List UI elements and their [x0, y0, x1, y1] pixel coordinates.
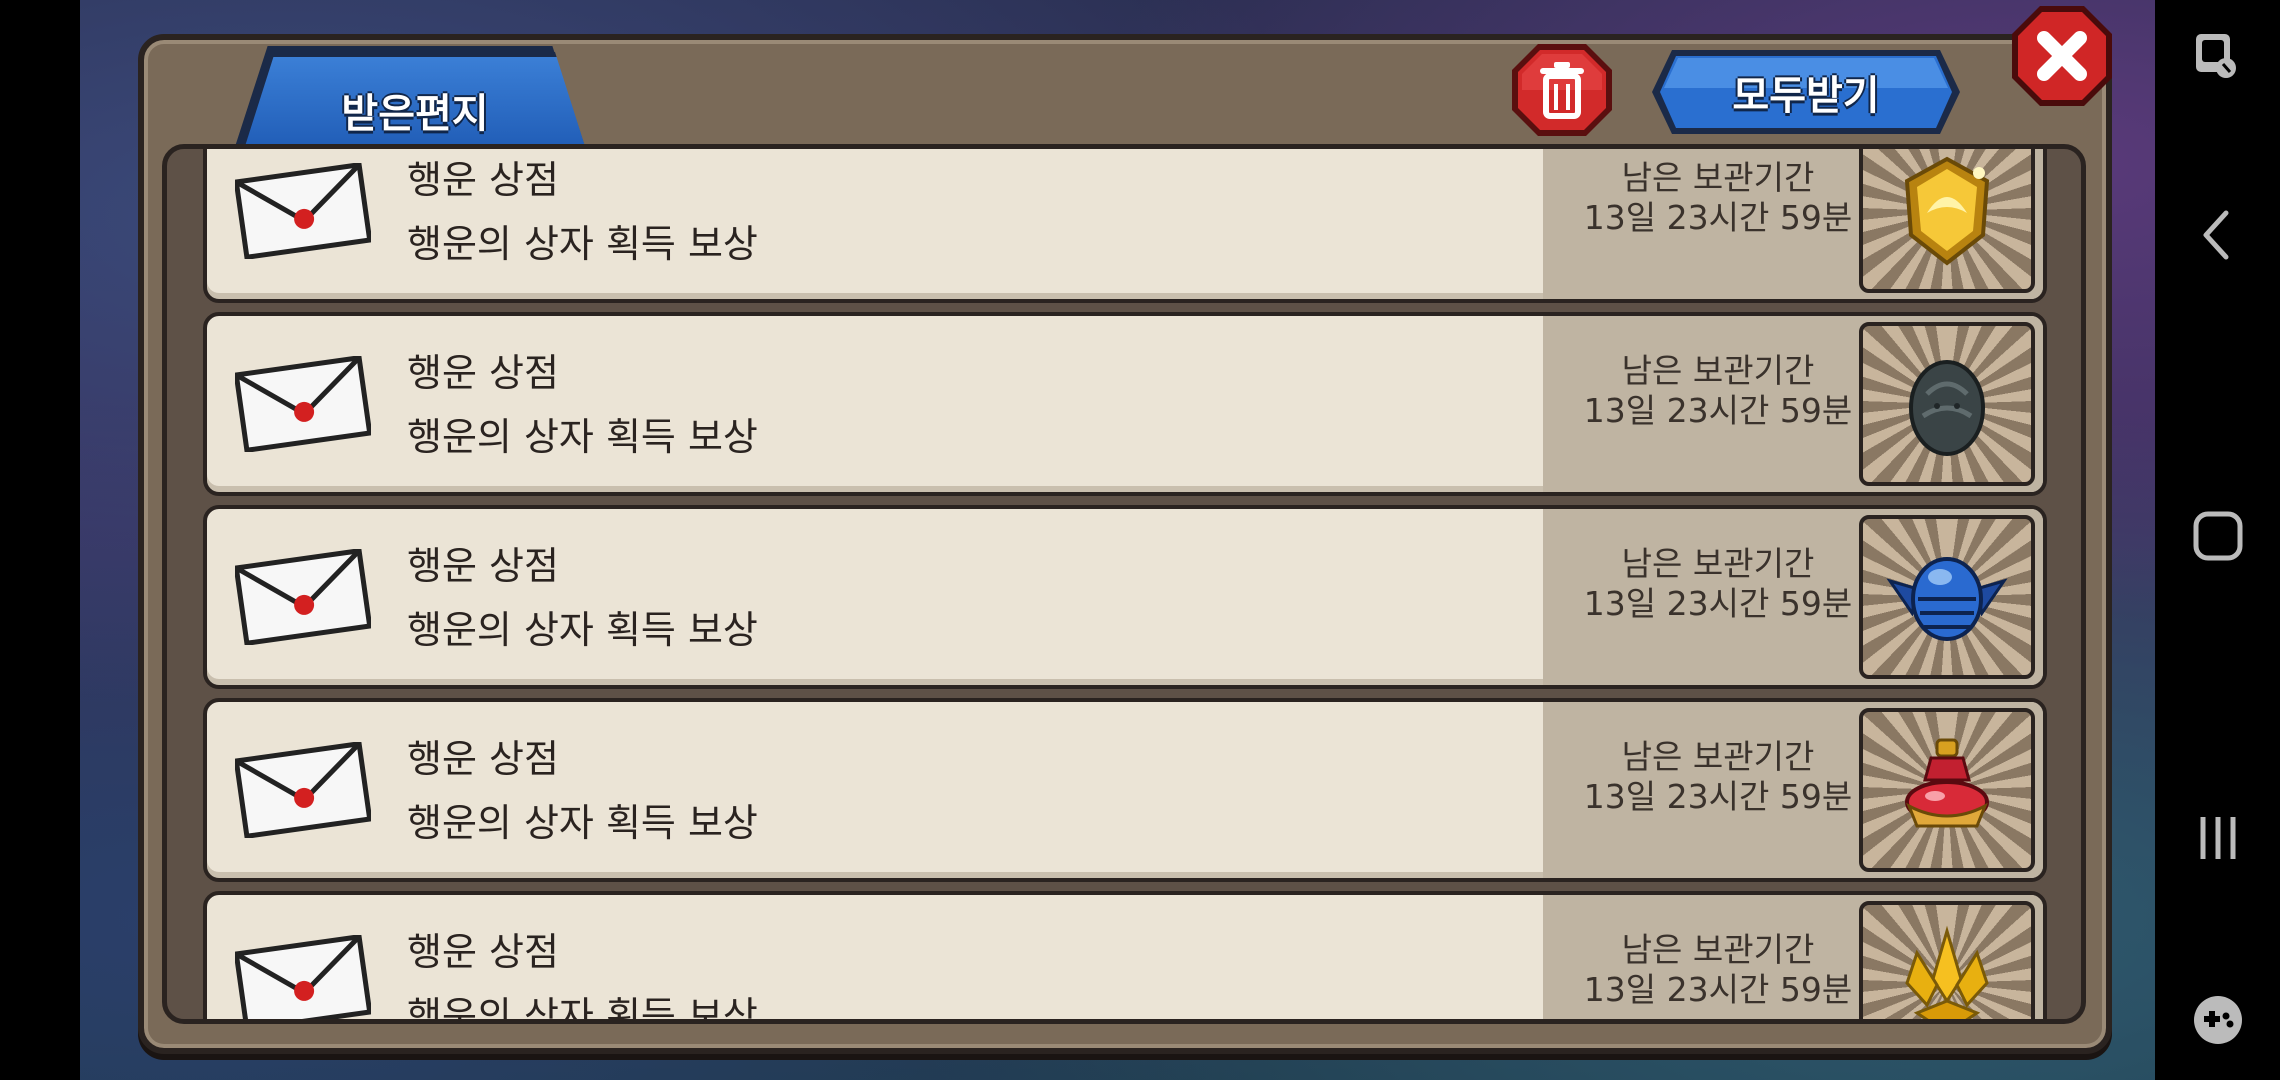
receive-all-label: 모두받기	[1732, 73, 1880, 119]
reward-item[interactable]	[1859, 708, 2035, 872]
envelope-icon	[235, 163, 371, 259]
reward-item[interactable]	[1859, 901, 2035, 1019]
recents-button[interactable]	[2188, 808, 2248, 868]
mail-subject: 행운의 상자 획득 보상	[407, 415, 758, 459]
system-nav-bar	[2155, 0, 2280, 1080]
mail-subject: 행운의 상자 획득 보상	[407, 801, 758, 845]
reward-item[interactable]	[1859, 149, 2035, 293]
mail-sender: 행운 상점	[407, 930, 559, 974]
remaining-period-value: 13일 23시간 59분	[1583, 198, 1853, 237]
envelope-icon	[235, 742, 371, 838]
mail-row[interactable]: 행운 상점 행운의 상자 획득 보상 남은 보관기간 13일 23시간 59분	[203, 312, 2047, 496]
delete-button[interactable]	[1508, 40, 1616, 140]
mail-list[interactable]: 행운 상점 행운의 상자 획득 보상 남은 보관기간 13일 23시간 59분	[162, 144, 2086, 1024]
recents-icon	[2200, 817, 2235, 859]
home-icon	[2193, 511, 2242, 561]
mail-sender: 행운 상점	[407, 544, 559, 588]
game-tools-button[interactable]	[2188, 990, 2248, 1050]
reward-item[interactable]	[1859, 322, 2035, 486]
home-button[interactable]	[2188, 506, 2248, 566]
mail-sender: 행운 상점	[407, 737, 559, 781]
dark-egg-icon	[1909, 360, 1985, 456]
gold-crystal-icon	[1905, 925, 1989, 1019]
assistive-touch-button[interactable]	[2188, 26, 2248, 86]
close-icon	[2012, 6, 2112, 106]
close-button[interactable]	[2010, 4, 2114, 108]
game-tools-icon	[2193, 996, 2242, 1044]
back-icon	[2203, 210, 2228, 260]
mail-sender: 행운 상점	[407, 351, 559, 395]
blue-winged-helmet-icon	[1886, 557, 2008, 641]
mail-subject: 행운의 상자 획득 보상	[407, 222, 758, 266]
envelope-icon	[235, 935, 371, 1019]
remaining-period-value: 13일 23시간 59분	[1583, 584, 1853, 623]
remaining-period-value: 13일 23시간 59분	[1583, 970, 1853, 1009]
remaining-period-value: 13일 23시간 59분	[1583, 391, 1853, 430]
red-potion-icon	[1905, 738, 1989, 828]
mail-row[interactable]: 행운 상점 행운의 상자 획득 보상 남은 보관기간 13일 23시간 59분	[203, 891, 2047, 1024]
mail-sender: 행운 상점	[407, 158, 559, 202]
reward-item[interactable]	[1859, 515, 2035, 679]
mail-row[interactable]: 행운 상점 행운의 상자 획득 보상 남은 보관기간 13일 23시간 59분	[203, 505, 2047, 689]
remaining-period-value: 13일 23시간 59분	[1583, 777, 1853, 816]
envelope-icon	[235, 549, 371, 645]
assistive-touch-icon	[2195, 34, 2236, 78]
mail-row[interactable]: 행운 상점 행운의 상자 획득 보상 남은 보관기간 13일 23시간 59분	[203, 698, 2047, 882]
envelope-icon	[235, 356, 371, 452]
mail-row[interactable]: 행운 상점 행운의 상자 획득 보상 남은 보관기간 13일 23시간 59분	[203, 149, 2047, 303]
trash-icon	[1512, 44, 1612, 136]
receive-all-button[interactable]: 모두받기	[1650, 48, 1962, 136]
gold-crest-icon	[1904, 156, 1990, 266]
mail-subject: 행운의 상자 획득 보상	[407, 994, 758, 1024]
mail-subject: 행운의 상자 획득 보상	[407, 608, 758, 652]
back-button[interactable]	[2188, 205, 2248, 265]
tab-label: 받은편지	[341, 91, 489, 137]
